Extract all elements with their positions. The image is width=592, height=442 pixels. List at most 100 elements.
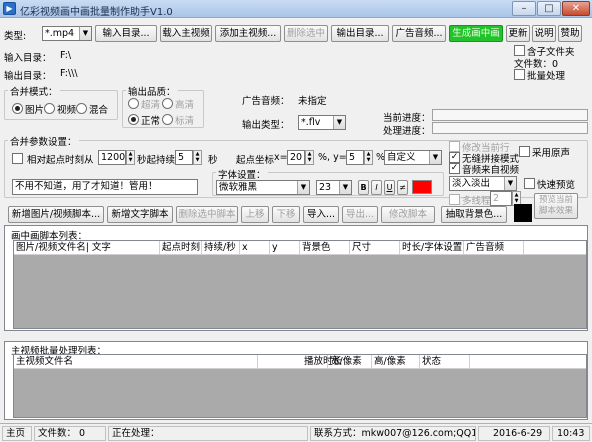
modify-script-button[interactable]: 修改脚本 (381, 206, 435, 223)
quality-ultra-radio[interactable] (128, 98, 139, 109)
fade-select[interactable]: 淡入淡出 ▼ (449, 176, 517, 191)
ad-audio-button[interactable]: 广告音频... (392, 25, 446, 42)
y-label: %, y= (318, 152, 347, 163)
batch-list-panel: 主视频批量处理列表： 主视频文件名 播放时长 宽/像素 高/像素 状态 (4, 341, 588, 420)
update-button[interactable]: 更新 (506, 25, 530, 42)
script-list-table[interactable]: 图片/视频文件名| 文字 起点时刻 持续/秒 x y 背景色 尺寸 时长/字体设… (13, 240, 587, 329)
sponsor-button[interactable]: 赞助 (558, 25, 582, 42)
import-button[interactable]: 导入... (303, 206, 339, 223)
x-input[interactable]: 20 (287, 150, 305, 165)
x-label: x= (274, 152, 288, 163)
merge-mode-image-radio[interactable] (12, 103, 23, 114)
col-length-font[interactable]: 时长/字体设置 (400, 241, 464, 254)
move-up-button[interactable]: 上移 (241, 206, 269, 223)
delete-selected-button[interactable]: 删除选中 (284, 25, 328, 42)
duration-input[interactable]: 5 (175, 150, 193, 165)
position-preset-select[interactable]: 自定义 ▼ (384, 150, 442, 165)
text-color-swatch[interactable] (412, 180, 432, 194)
bold-button[interactable]: B (358, 180, 369, 195)
x-spinner[interactable]: ▲ ▼ (305, 150, 314, 165)
use-original-audio-checkbox[interactable] (519, 146, 530, 157)
col-ad-audio[interactable]: 广告音频 (464, 241, 524, 254)
start-time-spinner[interactable]: ▲ ▼ (126, 150, 135, 165)
script-list-body[interactable] (14, 255, 586, 328)
batch-list-table[interactable]: 主视频文件名 播放时长 宽/像素 高/像素 状态 (13, 354, 587, 418)
batch-process-checkbox[interactable] (514, 69, 525, 80)
add-main-video-button[interactable]: 添加主视频... (215, 25, 281, 42)
text-content-input[interactable]: 不用不知道，用了才知道！管用！ (12, 179, 198, 195)
quality-standard-radio[interactable] (162, 114, 173, 125)
merge-params-title: 合并参数设置： (8, 134, 79, 148)
batch-process-label: 批量处理 (527, 71, 566, 82)
strikeout-button[interactable]: ≠ (397, 180, 408, 195)
font-family-select[interactable]: 微软雅黑 ▼ (216, 180, 310, 195)
delete-script-button[interactable]: 删除选中脚本 (176, 206, 238, 223)
status-time: 10:43 (552, 426, 590, 441)
move-down-button[interactable]: 下移 (272, 206, 300, 223)
ad-audio-label: 广告音频： (242, 96, 290, 107)
output-type-label: 输出类型： (242, 120, 290, 131)
include-subfolders-checkbox[interactable] (514, 45, 525, 56)
file-type-select[interactable]: *.mp4 ▼ (42, 26, 92, 41)
bg-color-swatch[interactable] (514, 204, 532, 222)
script-list-panel: 画中画脚本列表： 图片/视频文件名| 文字 起点时刻 持续/秒 x y 背景色 … (4, 225, 588, 331)
chevron-down-icon: ▼ (504, 177, 516, 190)
add-text-script-button[interactable]: 新增文字脚本 (107, 206, 173, 223)
minimize-button[interactable]: – (512, 1, 536, 16)
start-time-input[interactable]: 1200 (98, 150, 126, 165)
col-play-duration[interactable]: 播放时长 (258, 355, 342, 368)
relative-start-checkbox[interactable] (12, 153, 23, 164)
output-dir-button[interactable]: 输出目录... (331, 25, 389, 42)
italic-button[interactable]: I (371, 180, 382, 195)
duration-spinner[interactable]: ▲ ▼ (193, 150, 202, 165)
y-input[interactable]: 5 (346, 150, 364, 165)
batch-list-body[interactable] (14, 369, 586, 417)
merge-mode-image-label: 图片 (25, 105, 45, 116)
col-start-time[interactable]: 起点时刻 (160, 241, 202, 254)
app-icon: ▶ (3, 2, 16, 15)
load-main-video-button[interactable]: 载入主视频 (160, 25, 212, 42)
y-spinner[interactable]: ▲ ▼ (364, 150, 373, 165)
col-width[interactable]: 宽/像素 (328, 355, 372, 368)
col-bg-color[interactable]: 背景色 (300, 241, 350, 254)
quality-high-radio[interactable] (162, 98, 173, 109)
multithread-checkbox[interactable] (449, 194, 460, 205)
audio-from-video-checkbox[interactable]: ✓ (449, 163, 460, 174)
pick-bg-color-button[interactable]: 抽取背景色... (441, 206, 507, 223)
output-dir-label: 输出目录： (4, 71, 52, 82)
title-bar: ▶ 亿彩视频画中画批量制作助手V1.0 – □ ✕ (0, 0, 592, 18)
col-height[interactable]: 高/像素 (372, 355, 420, 368)
col-x[interactable]: x (240, 241, 270, 254)
col-size[interactable]: 尺寸 (350, 241, 400, 254)
modify-previous-checkbox[interactable] (449, 141, 460, 152)
quality-title: 输出品质： (126, 84, 178, 98)
close-button[interactable]: ✕ (562, 1, 590, 16)
seamless-checkbox[interactable]: ✓ (449, 152, 460, 163)
font-size-select[interactable]: 23 ▼ (316, 180, 352, 195)
maximize-button[interactable]: □ (537, 1, 561, 16)
status-processing: 正在处理： (108, 426, 308, 441)
input-dir-label: 输入目录： (4, 53, 52, 64)
generate-pip-button[interactable]: 生成画中画 (449, 25, 503, 42)
help-button[interactable]: 说明 (532, 25, 556, 42)
merge-mode-title: 合并模式： (8, 84, 60, 98)
home-link[interactable]: 主页 (2, 426, 32, 441)
quality-normal-radio[interactable] (128, 114, 139, 125)
merge-mode-video-radio[interactable] (44, 103, 55, 114)
col-status[interactable]: 状态 (420, 355, 470, 368)
col-filename[interactable]: 图片/视频文件名| 文字 (14, 241, 160, 254)
merge-mode-mixed-radio[interactable] (76, 103, 87, 114)
preview-script-button[interactable]: 预览当前脚本效果 (534, 193, 578, 219)
output-type-select[interactable]: *.flv ▼ (298, 115, 346, 130)
underline-button[interactable]: U (384, 180, 395, 195)
add-media-script-button[interactable]: 新增图片/视频脚本... (8, 206, 104, 223)
export-button[interactable]: 导出... (342, 206, 378, 223)
input-dir-button[interactable]: 输入目录... (95, 25, 157, 42)
merge-mode-video-label: 视频 (57, 105, 77, 116)
col-y[interactable]: y (270, 241, 300, 254)
quick-preview-checkbox[interactable] (524, 178, 535, 189)
col-duration[interactable]: 持续/秒 (202, 241, 240, 254)
col-main-video[interactable]: 主视频文件名 (14, 355, 258, 368)
output-dir-value: F:\\\ (60, 68, 78, 79)
thread-count-input[interactable]: 2 (490, 191, 512, 206)
